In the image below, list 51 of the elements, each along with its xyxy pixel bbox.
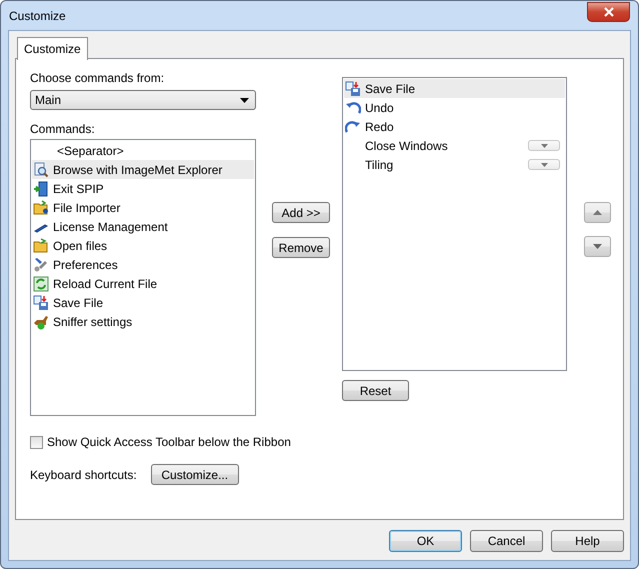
save-icon xyxy=(345,80,361,96)
dialog-button[interactable]: Cancel xyxy=(470,530,543,552)
dialog-button[interactable]: Help xyxy=(551,530,624,552)
caret-icon xyxy=(540,144,548,148)
window-title: Customize xyxy=(9,9,66,23)
wrench-icon xyxy=(33,256,49,272)
redo-arrow-icon xyxy=(345,118,361,134)
reset-button[interactable]: Reset xyxy=(342,380,409,401)
list-item[interactable]: Preferences xyxy=(32,255,254,274)
list-item[interactable]: Sniffer settings xyxy=(32,312,254,331)
list-item[interactable]: Tiling xyxy=(344,155,565,174)
move-down-button[interactable] xyxy=(584,236,611,257)
folder-icon xyxy=(33,238,49,254)
list-item[interactable]: Open files xyxy=(32,236,254,255)
caret-icon xyxy=(240,98,249,102)
field-label: Choose commands from: xyxy=(30,71,166,85)
move-up-button[interactable] xyxy=(584,202,611,223)
list-item[interactable]: Close Windows xyxy=(344,136,565,155)
field-label: Keyboard shortcuts: xyxy=(30,468,137,482)
customize-button[interactable]: Customize... xyxy=(150,464,239,485)
triangle-up-icon xyxy=(593,210,602,215)
list-item[interactable]: Save File xyxy=(344,79,565,98)
list-item[interactable]: Browse with ImageMet Explorer xyxy=(32,160,254,179)
add-button[interactable]: Add >> xyxy=(272,202,330,223)
list-item[interactable]: License Management xyxy=(32,217,254,236)
magnifier-icon xyxy=(33,162,49,178)
dropdown-button[interactable] xyxy=(528,159,560,170)
list-item[interactable]: File Importer xyxy=(32,198,254,217)
folder-icon xyxy=(33,200,49,216)
dropdown-button[interactable] xyxy=(528,140,560,151)
checkbox[interactable] xyxy=(30,436,43,448)
save-icon xyxy=(33,294,49,310)
list-item[interactable]: Redo xyxy=(344,117,565,136)
list-item[interactable]: <Separator> xyxy=(32,141,254,160)
tab[interactable]: Customize xyxy=(17,37,88,60)
triangle-down-icon xyxy=(593,244,602,249)
list-item[interactable]: Exit SPIP xyxy=(32,179,254,198)
list-item[interactable]: Undo xyxy=(344,98,565,117)
list-item[interactable]: Reload Current File xyxy=(32,274,254,293)
list-label: Commands: xyxy=(30,122,96,136)
caret-icon xyxy=(540,162,548,166)
remove-button[interactable]: Remove xyxy=(272,237,330,258)
commands-dropdown[interactable]: Main xyxy=(30,90,256,110)
reload-icon xyxy=(33,276,49,292)
close-icon xyxy=(604,7,614,17)
dialog-button[interactable]: OK xyxy=(389,530,462,552)
close-button[interactable] xyxy=(587,2,630,22)
checkbox-label: Show Quick Access Toolbar below the Ribbon xyxy=(47,435,291,449)
undo-arrow-icon xyxy=(345,100,361,116)
list-item[interactable]: Save File xyxy=(32,293,254,312)
door-icon xyxy=(33,180,49,196)
